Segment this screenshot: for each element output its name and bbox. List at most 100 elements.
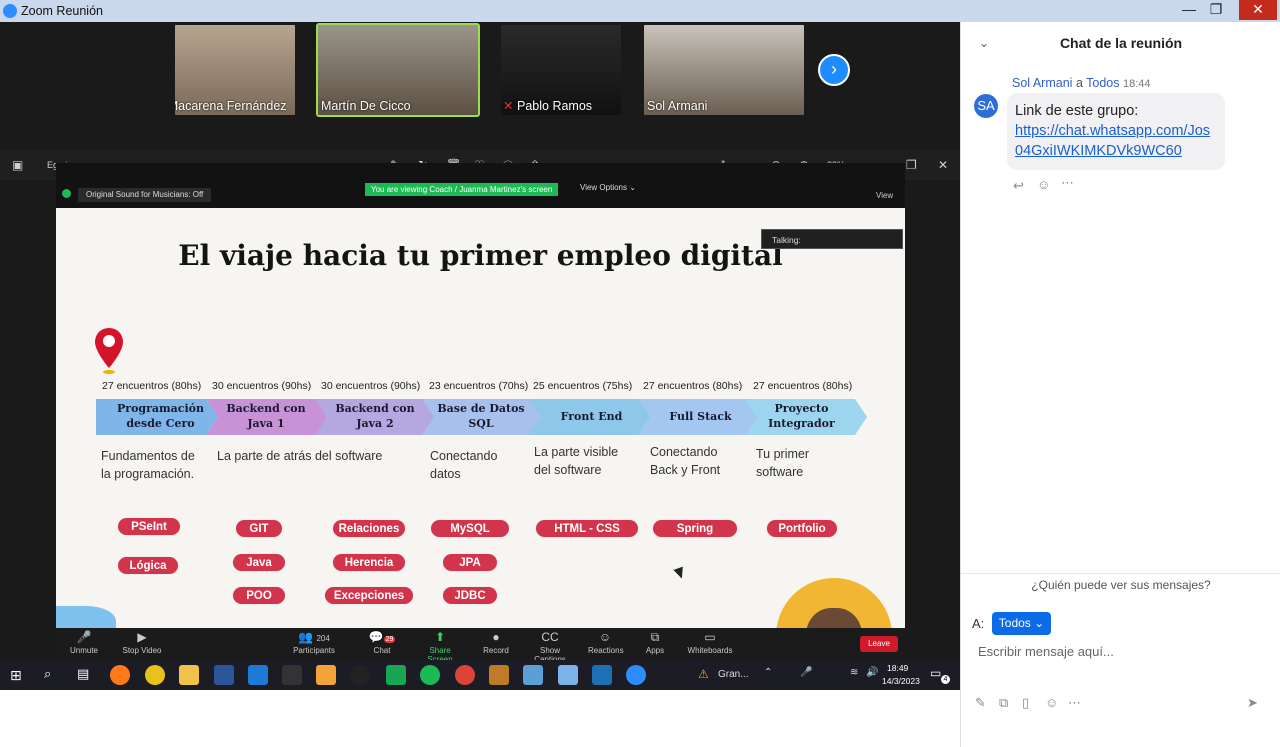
photos-icon[interactable] — [592, 665, 612, 685]
media-icon[interactable] — [316, 665, 336, 685]
unmute-button[interactable]: 🎤 Unmute — [64, 630, 104, 655]
recipient-dropdown[interactable]: Todos ⌄ — [992, 612, 1051, 635]
task-view-icon[interactable]: ▤ — [77, 666, 89, 682]
zoom-taskbar-icon[interactable] — [626, 665, 646, 685]
participant-name: Martín De Cicco — [321, 99, 411, 113]
topic-tag: HTML - CSS — [535, 519, 639, 538]
chat-title: Chat de la reunión — [1059, 35, 1183, 51]
presenter-photo — [806, 608, 862, 628]
notes-icon[interactable] — [523, 665, 543, 685]
stage-hours: 27 encuentros (80hs) — [753, 380, 853, 392]
volume-icon[interactable]: 🔊 — [866, 667, 878, 678]
search-icon[interactable]: ⌕ — [44, 666, 51, 682]
chevron-right-icon: › — [831, 59, 837, 79]
word-icon[interactable] — [214, 665, 234, 685]
close-button[interactable]: ✕ — [1239, 0, 1277, 20]
windows-taskbar: ⊞ ⌕ ▤ ⚠ Gran... ⌃ 🎤 ≋ 🔊 18:49 14/3/2023 … — [0, 660, 960, 690]
clock-time[interactable]: 18:49 — [887, 663, 908, 673]
recipient-name[interactable]: Todos — [1086, 76, 1119, 90]
record-button[interactable]: ● Record — [480, 630, 512, 655]
who-can-see-link[interactable]: ¿Quién puede ver sus mensajes? — [961, 578, 1280, 592]
original-sound-label[interactable]: Original Sound for Musicians: Off — [78, 188, 212, 202]
reply-icon[interactable]: ↩ — [1013, 178, 1024, 194]
wifi-icon[interactable]: ≋ — [850, 667, 858, 678]
mic-muted-icon: 🎤 — [76, 630, 92, 644]
minimize-button[interactable]: — — [1175, 0, 1203, 20]
message-bubble: Link de este grupo: https://chat.whatsap… — [1007, 93, 1225, 170]
format-icon[interactable]: ✎ — [975, 695, 986, 711]
reactions-button[interactable]: ☺ Reactions — [588, 630, 624, 655]
message-input[interactable]: Escribir mensaje aquí... — [978, 644, 1114, 659]
firefox-icon[interactable] — [110, 665, 130, 685]
topic-tag: Lógica — [117, 556, 179, 575]
virtualbox-icon[interactable] — [558, 665, 578, 685]
explorer-icon[interactable] — [179, 665, 199, 685]
message-link[interactable]: https://chat.whatsapp.com/Jos04GxiIWKIMK… — [1015, 121, 1217, 161]
alert-text[interactable]: Gran... — [718, 669, 749, 680]
viewer-close-icon[interactable]: ✕ — [938, 158, 948, 172]
emoji-icon[interactable]: ☺ — [1045, 695, 1058, 710]
view-options-button[interactable]: View Options ⌄ — [580, 183, 636, 192]
stage-desc: Tu primer software — [756, 447, 810, 479]
emoji-reaction-icon[interactable]: ☺ — [1037, 177, 1050, 192]
chat-button[interactable]: 💬 29 Chat — [367, 630, 397, 655]
next-page-button[interactable]: › — [818, 54, 850, 86]
chrome-alt-icon[interactable] — [455, 665, 475, 685]
stage-hours: 30 encuentros (90hs) — [212, 380, 312, 392]
to-label: A: — [972, 616, 985, 631]
blank-area — [0, 690, 960, 747]
stage-hours: 27 encuentros (80hs) — [102, 380, 202, 392]
topic-tag: Excepciones — [324, 586, 414, 605]
send-icon[interactable]: ➤ — [1247, 695, 1258, 711]
sender-name[interactable]: Sol Armani — [1012, 76, 1072, 90]
view-button[interactable]: View — [876, 191, 893, 200]
whiteboards-button[interactable]: ▭ Whiteboards — [686, 630, 734, 655]
zoom-logo-icon — [3, 4, 17, 18]
stop-video-button[interactable]: ▶ Stop Video — [120, 630, 164, 655]
message-sender-line: Sol Armani a Todos 18:44 — [1012, 76, 1151, 90]
muted-mic-icon: ✕ — [503, 99, 514, 113]
participant-video-macarena[interactable]: J Macarena Fernández — [175, 25, 295, 115]
chat-icon: 💬 29 — [368, 630, 396, 644]
stage-desc: La parte de atrás del software — [217, 449, 383, 463]
share-screen-button[interactable]: ⬆Share Screen — [416, 630, 464, 664]
participant-video-pablo[interactable]: ✕ Pablo Ramos — [501, 25, 621, 115]
tray-overflow-icon[interactable]: ⌃ — [764, 667, 772, 678]
window-title: Zoom Reunión — [21, 4, 103, 18]
captions-button[interactable]: CCShow Captions — [524, 630, 576, 664]
maximize-button[interactable]: ❐ — [1202, 0, 1230, 20]
participant-video-sol[interactable]: Sol Armani — [644, 25, 804, 115]
apps-button[interactable]: ⧉ Apps — [640, 630, 670, 655]
chat-panel: ⌄ Chat de la reunión Sol Armani a Todos … — [960, 22, 1280, 747]
leave-button[interactable]: Leave — [860, 636, 898, 652]
file-icon[interactable]: ▯ — [1022, 695, 1029, 711]
stage-label: Backend con Java 2 — [335, 402, 415, 430]
spotify-icon[interactable] — [420, 665, 440, 685]
decor-shape — [56, 606, 116, 628]
terminal-icon[interactable] — [282, 665, 302, 685]
clock-date[interactable]: 14/3/2023 — [882, 676, 920, 686]
warning-icon: ⚠ — [698, 667, 709, 681]
stage-hours: 23 encuentros (70hs) — [429, 380, 529, 392]
more-icon[interactable]: ⋯ — [1068, 695, 1081, 711]
participant-video-martin[interactable]: Martín De Cicco — [316, 23, 480, 117]
viewer-restore-icon[interactable]: ❐ — [906, 158, 917, 172]
app-icon[interactable] — [386, 665, 406, 685]
notification-count: 4 — [941, 675, 950, 684]
notification-icon[interactable]: ▭ — [930, 666, 941, 680]
start-icon[interactable]: ⊞ — [10, 667, 22, 684]
stage-label: Programación desde Cero — [117, 402, 204, 430]
screenshot-icon[interactable]: ⧉ — [999, 695, 1008, 711]
git-icon[interactable] — [489, 665, 509, 685]
message-time: 18:44 — [1122, 78, 1151, 90]
chrome-icon[interactable] — [145, 665, 165, 685]
participant-name: Pablo Ramos — [517, 99, 593, 113]
obs-icon[interactable] — [350, 665, 370, 685]
topic-tag: GIT — [235, 519, 283, 538]
participants-button[interactable]: 👥 204 Participants — [292, 630, 336, 655]
topic-tag: Herencia — [332, 553, 406, 572]
divider — [961, 573, 1280, 574]
participant-name: Sol Armani — [647, 99, 708, 113]
mail-icon[interactable] — [248, 665, 268, 685]
more-options-icon[interactable]: ⋯ — [1061, 175, 1074, 191]
